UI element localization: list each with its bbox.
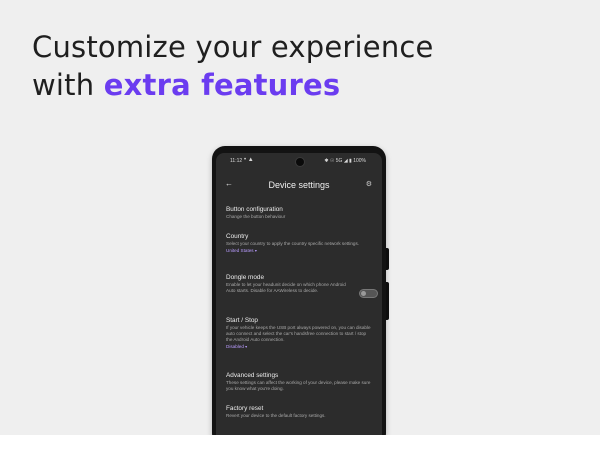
setting-desc: Change the button behaviour xyxy=(226,214,286,219)
camera-cutout xyxy=(295,157,305,167)
setting-desc: These settings can affect the working of… xyxy=(226,380,371,391)
setting-button-configuration[interactable]: Button configuration Change the button b… xyxy=(226,206,372,220)
app-bar: ← Device settings ⚙ xyxy=(216,176,382,196)
gear-icon[interactable]: ⚙ xyxy=(366,180,372,188)
headline-accent: extra features xyxy=(103,68,341,102)
setting-advanced[interactable]: Advanced settings These settings can aff… xyxy=(226,372,372,392)
headline-line2-prefix: with xyxy=(32,68,104,102)
setting-title: Start / Stop xyxy=(226,317,258,324)
phone-power-button xyxy=(386,248,389,270)
setting-start-stop[interactable]: Start / Stop If your vehicle keeps the U… xyxy=(226,317,372,350)
phone-screen: 11:12 • ▲ ✱ ☉ 5G ◢ ▮ 100% ← Device setti… xyxy=(216,153,382,435)
status-left-icons: • ▲ xyxy=(244,157,254,163)
phone-volume-button xyxy=(386,282,389,320)
headline-line2: with extra features xyxy=(32,66,434,104)
start-stop-value: Disabled xyxy=(226,344,244,349)
setting-desc: Select your country to apply the country… xyxy=(226,241,360,246)
dongle-mode-toggle[interactable] xyxy=(359,289,378,298)
setting-desc: If your vehicle keeps the USB port alway… xyxy=(226,325,371,342)
promo-canvas: Customize your experience with extra fea… xyxy=(0,0,600,435)
setting-factory-reset[interactable]: Factory reset Revert your device to the … xyxy=(226,405,372,419)
dropdown-caret-icon: ▾ xyxy=(254,248,257,253)
setting-dongle-mode[interactable]: Dongle mode Enable to let your headunit … xyxy=(226,274,352,294)
status-time: 11:12 xyxy=(230,158,243,164)
page-title: Device settings xyxy=(268,180,330,190)
status-bar: 11:12 • ▲ ✱ ☉ 5G ◢ ▮ 100% xyxy=(216,156,382,167)
headline: Customize your experience with extra fea… xyxy=(32,28,434,104)
country-select[interactable]: United States ▾ xyxy=(226,248,372,254)
toggle-knob xyxy=(361,291,366,296)
status-right-icons: ✱ ☉ 5G ◢ ▮ 100% xyxy=(324,158,366,164)
country-value: United States xyxy=(226,248,254,253)
setting-title: Advanced settings xyxy=(226,372,279,379)
headline-line1: Customize your experience xyxy=(32,30,434,64)
setting-desc: Revert your device to the default factor… xyxy=(226,413,326,418)
phone-frame: 11:12 • ▲ ✱ ☉ 5G ◢ ▮ 100% ← Device setti… xyxy=(212,146,386,435)
start-stop-select[interactable]: Disabled ▾ xyxy=(226,344,372,350)
setting-title: Country xyxy=(226,233,249,240)
setting-title: Factory reset xyxy=(226,405,264,412)
dropdown-caret-icon: ▾ xyxy=(245,344,248,349)
setting-desc: Enable to let your headunit decide on wh… xyxy=(226,282,346,293)
setting-title: Button configuration xyxy=(226,206,283,213)
setting-country[interactable]: Country Select your country to apply the… xyxy=(226,233,372,254)
setting-title: Dongle mode xyxy=(226,274,265,281)
